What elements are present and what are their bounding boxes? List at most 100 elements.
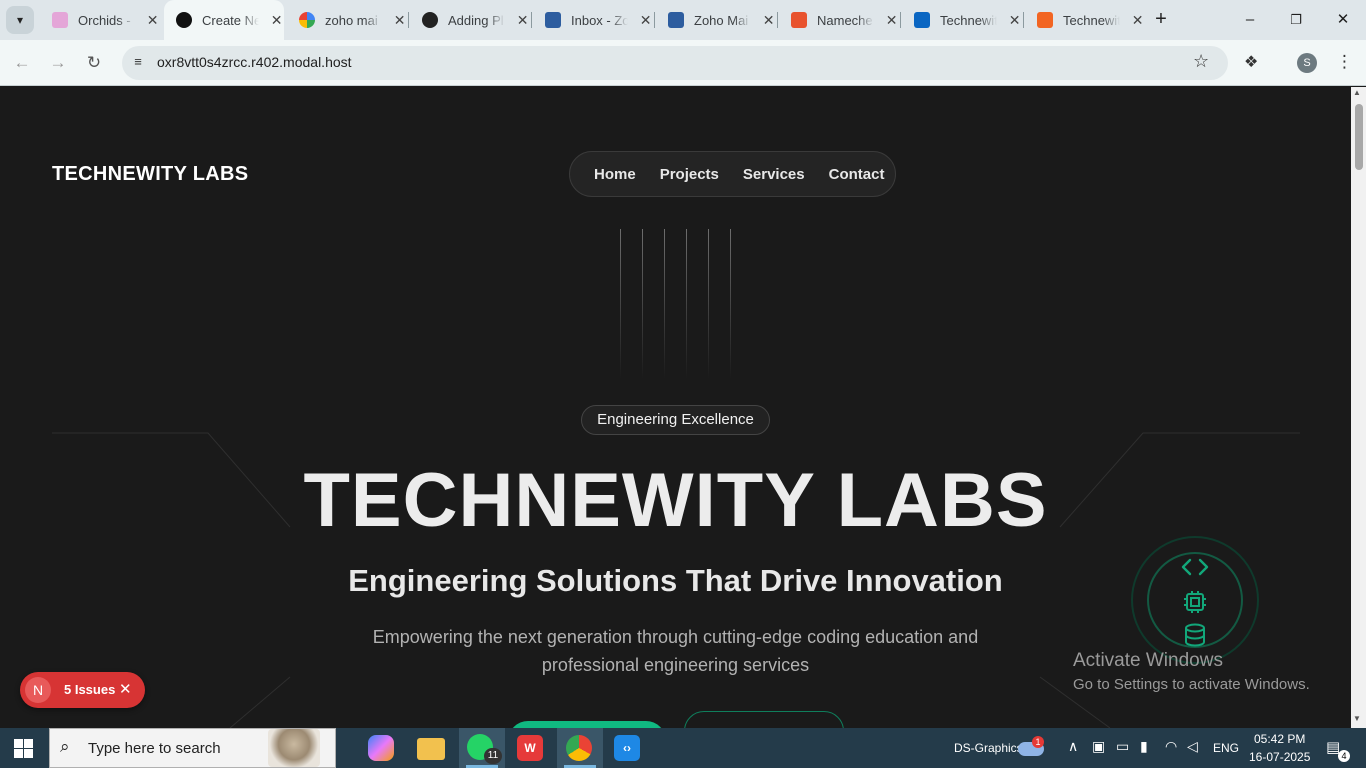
browser-tab[interactable]: Inbox - Zo ✕ (533, 6, 653, 34)
clock-date[interactable]: 16-07-2025 (1249, 750, 1310, 764)
browser-tab[interactable]: Create Ne ✕ (164, 0, 284, 40)
decor-line (620, 229, 621, 379)
scroll-thumb[interactable] (1355, 104, 1363, 170)
tab-separator (408, 12, 409, 28)
search-icon: ⌕ (60, 737, 70, 756)
copilot-icon[interactable] (368, 735, 394, 761)
zoho-mail-icon (668, 12, 684, 28)
tab-separator (531, 12, 532, 28)
tray-overflow-icon[interactable]: ∧ (1068, 738, 1078, 755)
meet-icon[interactable]: ▣ (1092, 738, 1105, 755)
restore-button[interactable]: ❐ (1284, 10, 1308, 30)
minimize-button[interactable]: – (1238, 10, 1262, 30)
issues-badge[interactable]: N 5 Issues ✕ (20, 672, 145, 708)
close-tab-icon[interactable]: ✕ (515, 12, 530, 28)
tech-emblem (1131, 536, 1259, 664)
tab-title: Create Ne (202, 12, 260, 28)
browser-tab[interactable]: zoho mai ✕ (287, 6, 407, 34)
extensions-icon[interactable]: ❖ (1244, 52, 1258, 72)
close-tab-icon[interactable]: ✕ (269, 12, 284, 28)
decor-line (686, 229, 687, 379)
windows-start-icon[interactable] (14, 739, 33, 758)
code-icon (1181, 558, 1209, 576)
hero-desc-line-2: professional engineering services (541, 655, 810, 675)
cpu-icon (1184, 591, 1206, 613)
tab-title: Nameche (817, 12, 873, 28)
file-explorer-icon[interactable] (417, 738, 445, 760)
bookmark-star-icon[interactable]: ☆ (1193, 51, 1209, 72)
tab-title: Orchids - (78, 12, 131, 28)
browser-tab[interactable]: Zoho Mai ✕ (656, 6, 776, 34)
new-tab-button[interactable]: + (1150, 8, 1172, 30)
issues-avatar: N (25, 677, 51, 703)
vscode-icon[interactable]: ‹› (614, 735, 640, 761)
tab-title: Adding Pl (448, 12, 504, 28)
display-icon[interactable]: ▭ (1116, 738, 1129, 755)
close-tab-icon[interactable]: ✕ (761, 12, 776, 28)
activate-windows-subtitle: Go to Settings to activate Windows. (1073, 676, 1310, 693)
site-info-icon[interactable]: ≡ (128, 52, 148, 72)
tab-separator (777, 12, 778, 28)
close-tab-icon[interactable]: ✕ (145, 12, 160, 28)
taskbar-search-text[interactable]: Type here to search (88, 740, 221, 757)
site-logo[interactable]: TECHNEWITY LABS (52, 163, 248, 186)
scrollbar[interactable] (1351, 87, 1366, 728)
openai-icon (422, 12, 438, 28)
hero-desc-line-1: Empowering the next generation through c… (372, 627, 979, 647)
close-tab-icon[interactable]: ✕ (638, 12, 653, 28)
close-issues-icon[interactable]: ✕ (119, 680, 132, 698)
close-tab-icon[interactable]: ✕ (1007, 12, 1022, 28)
search-highlight-image (268, 729, 320, 767)
nav-contact[interactable]: Contact (829, 166, 885, 183)
hero-title: TECHNEWITY LABS (303, 458, 1048, 543)
chrome-icon[interactable] (566, 735, 592, 761)
decor-line (642, 229, 643, 379)
avatar[interactable]: S (1297, 53, 1317, 73)
linkedin-icon (914, 12, 930, 28)
forward-icon[interactable]: → (47, 52, 69, 74)
volume-icon[interactable]: ◁ (1187, 738, 1198, 755)
mail-icon (545, 12, 561, 28)
scroll-up-arrow[interactable]: ▲ (1353, 88, 1361, 97)
orchids-logo-icon (1037, 12, 1053, 28)
tab-title: Zoho Mai (694, 12, 749, 28)
wifi-icon[interactable]: ◠ (1165, 738, 1177, 755)
browser-tab[interactable]: Adding Pl ✕ (410, 6, 530, 34)
close-tab-icon[interactable]: ✕ (392, 12, 407, 28)
reload-icon[interactable]: ↻ (83, 52, 105, 74)
close-tab-icon[interactable]: ✕ (1130, 12, 1145, 28)
tab-separator (654, 12, 655, 28)
tab-separator (900, 12, 901, 28)
browser-tab[interactable]: Technewit ✕ (902, 6, 1022, 34)
tab-title: Inbox - Zo (571, 12, 629, 28)
nav-services[interactable]: Services (743, 166, 805, 183)
issues-label: 5 Issues (64, 682, 116, 697)
wps-icon[interactable]: W (517, 735, 543, 761)
decor-line (664, 229, 665, 379)
close-tab-icon[interactable]: ✕ (884, 12, 899, 28)
nav-projects[interactable]: Projects (660, 166, 719, 183)
namecheap-icon (791, 12, 807, 28)
orchids-icon (52, 12, 68, 28)
close-window-button[interactable]: ✕ (1331, 10, 1355, 30)
nav-home[interactable]: Home (594, 166, 636, 183)
browser-tab[interactable]: Orchids - ✕ (40, 6, 160, 34)
browser-tab[interactable]: Technewit ✕ (1025, 6, 1145, 34)
decor-line (708, 229, 709, 379)
language-indicator[interactable]: ENG (1213, 741, 1239, 755)
whatsapp-badge: 11 (484, 748, 502, 764)
scroll-down-arrow[interactable]: ▼ (1353, 714, 1361, 723)
back-icon[interactable]: ← (11, 52, 33, 74)
url-text[interactable]: oxr8vtt0s4zrcc.r402.modal.host (157, 54, 352, 70)
tab-search-button[interactable]: ▾ (6, 6, 34, 34)
network-name[interactable]: DS-Graphics (954, 741, 1023, 755)
primary-cta-button[interactable] (508, 721, 666, 728)
menu-icon[interactable]: ⋮ (1336, 52, 1353, 72)
clock-time[interactable]: 05:42 PM (1254, 732, 1305, 746)
secondary-cta-button[interactable] (684, 711, 844, 728)
site-nav: Home Projects Services Contact (569, 151, 896, 197)
browser-tab[interactable]: Nameche ✕ (779, 6, 899, 34)
notifications-count: 4 (1338, 750, 1350, 762)
battery-icon[interactable]: ▮ (1140, 738, 1148, 755)
decor-line (730, 229, 731, 379)
